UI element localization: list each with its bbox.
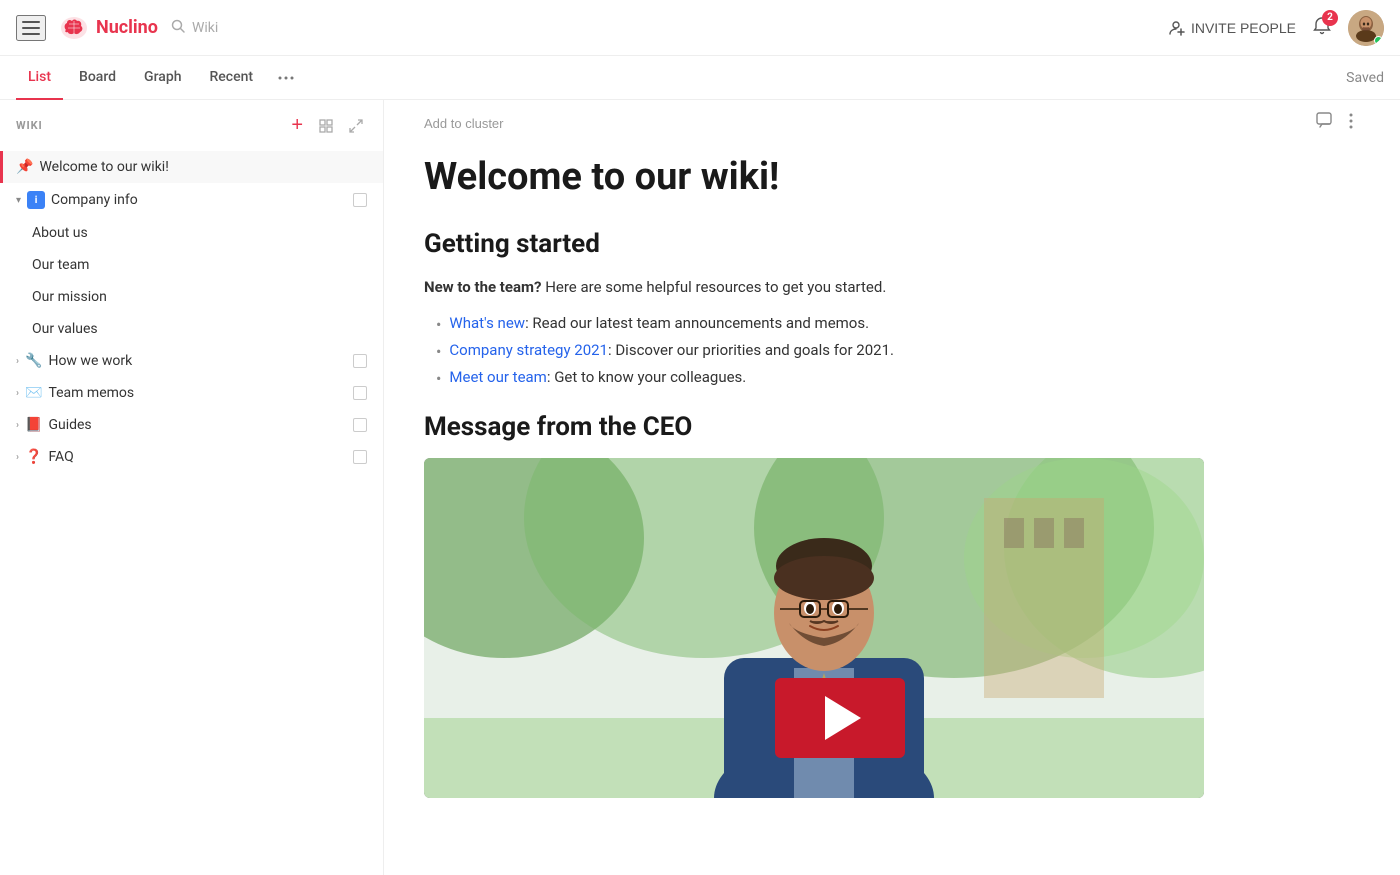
brain-icon — [58, 12, 90, 44]
sidebar-item-our-values[interactable]: Our values — [0, 313, 383, 345]
top-navigation: Nuclino Wiki INVITE PEOPLE 2 — [0, 0, 1400, 56]
meet-team-suffix: : Get to know your colleagues. — [547, 368, 746, 386]
sidebar-item-checkbox-memos[interactable] — [353, 386, 367, 400]
search-input-placeholder: Wiki — [192, 20, 218, 36]
tabs-bar: List Board Graph Recent Saved — [0, 56, 1400, 100]
intro-paragraph: New to the team? Here are some helpful r… — [424, 275, 1204, 299]
sidebar-wiki-label: WIKI — [16, 119, 279, 132]
company-strategy-link[interactable]: Company strategy 2021 — [449, 341, 608, 359]
sidebar-item-checkbox[interactable] — [353, 193, 367, 207]
whats-new-suffix: : Read our latest team announcements and… — [525, 314, 869, 332]
tab-recent[interactable]: Recent — [197, 56, 265, 100]
sidebar-item-company-info[interactable]: ▾ i Company info — [0, 183, 383, 217]
play-button[interactable] — [775, 678, 905, 758]
sidebar-collapse-button[interactable] — [345, 112, 367, 139]
sidebar-header: WIKI + — [0, 100, 383, 151]
list-item-content: Company strategy 2021: Discover our prio… — [449, 338, 894, 365]
intro-bold-text: New to the team? — [424, 278, 541, 296]
sidebar-items-list: 📌 Welcome to our wiki! ▾ i Company info … — [0, 151, 383, 875]
list-item: Meet our team: Get to know your colleagu… — [436, 365, 1204, 392]
sidebar-item-about-us[interactable]: About us — [0, 217, 383, 249]
company-info-badge: i — [27, 191, 45, 209]
sidebar-company-info-label: Company info — [51, 192, 347, 208]
saved-indicator: Saved — [1346, 70, 1384, 86]
resource-links-list: What's new: Read our latest team announc… — [436, 311, 1204, 393]
sidebar-our-team-label: Our team — [32, 257, 367, 273]
invite-people-button[interactable]: INVITE PEOPLE — [1169, 20, 1296, 36]
search-icon — [170, 18, 186, 38]
intro-text: Here are some helpful resources to get y… — [541, 278, 886, 296]
expand-arrow-icon: ▾ — [16, 195, 21, 206]
mail-badge-icon: ✉️ — [25, 385, 42, 401]
list-item-content: What's new: Read our latest team announc… — [449, 311, 869, 338]
content-action-buttons — [1316, 112, 1360, 135]
content-header: Add to cluster — [384, 100, 1400, 135]
sidebar-how-we-work-label: How we work — [48, 353, 347, 369]
ceo-message-heading: Message from the CEO — [424, 412, 1204, 442]
faq-badge-icon: ❓ — [25, 449, 42, 465]
sidebar-about-us-label: About us — [32, 225, 367, 241]
sidebar-item-guides[interactable]: › 📕 Guides — [0, 409, 383, 441]
tab-graph[interactable]: Graph — [132, 56, 193, 100]
sidebar-team-memos-label: Team memos — [48, 385, 347, 401]
logo-text: Nuclino — [96, 17, 158, 38]
comment-button[interactable] — [1316, 112, 1334, 135]
page-title: Welcome to our wiki! — [424, 155, 1204, 201]
sidebar-item-checkbox-faq[interactable] — [353, 450, 367, 464]
invite-people-label: INVITE PEOPLE — [1191, 20, 1296, 36]
sidebar-item-faq[interactable]: › ❓ FAQ — [0, 441, 383, 473]
sidebar-item-checkbox-how[interactable] — [353, 354, 367, 368]
getting-started-heading: Getting started — [424, 229, 1204, 259]
sidebar-item-welcome[interactable]: 📌 Welcome to our wiki! — [0, 151, 383, 183]
book-badge-icon: 📕 — [25, 417, 42, 433]
sidebar-item-checkbox-guides[interactable] — [353, 418, 367, 432]
sidebar-guides-label: Guides — [48, 417, 347, 433]
sidebar-welcome-label: Welcome to our wiki! — [39, 159, 367, 175]
sidebar-our-mission-label: Our mission — [32, 289, 367, 305]
notifications-button[interactable]: 2 — [1312, 16, 1332, 40]
meet-team-link[interactable]: Meet our team — [449, 368, 546, 386]
sidebar-item-team-memos[interactable]: › ✉️ Team memos — [0, 377, 383, 409]
list-item: What's new: Read our latest team announc… — [436, 311, 1204, 338]
sidebar-expand-button[interactable] — [315, 112, 337, 139]
sidebar: WIKI + 📌 Welcome to our wiki! ▾ — [0, 100, 384, 875]
menu-button[interactable] — [16, 15, 46, 41]
list-item: Company strategy 2021: Discover our prio… — [436, 338, 1204, 365]
play-triangle-icon — [825, 696, 861, 740]
logo[interactable]: Nuclino — [58, 12, 158, 44]
sidebar-faq-label: FAQ — [48, 449, 347, 465]
sidebar-actions: + — [287, 112, 367, 139]
add-to-cluster-button[interactable]: Add to cluster — [424, 116, 504, 131]
more-options-button[interactable] — [1342, 112, 1360, 135]
sidebar-add-button[interactable]: + — [287, 112, 307, 139]
tabs-more-button[interactable] — [269, 56, 303, 100]
active-indicator — [0, 151, 3, 183]
invite-person-icon — [1169, 20, 1185, 36]
tab-board[interactable]: Board — [67, 56, 128, 100]
content-area: Add to cluster Welcome to our wiki! Gett… — [384, 100, 1400, 875]
content-body: Welcome to our wiki! Getting started New… — [384, 135, 1244, 838]
expand-arrow-memos-icon: › — [16, 388, 19, 399]
tools-badge-icon: 🔧 — [25, 353, 42, 369]
main-layout: WIKI + 📌 Welcome to our wiki! ▾ — [0, 100, 1400, 875]
expand-arrow-faq-icon: › — [16, 452, 19, 463]
ceo-video[interactable] — [424, 458, 1204, 798]
sidebar-item-our-team[interactable]: Our team — [0, 249, 383, 281]
sidebar-item-how-we-work[interactable]: › 🔧 How we work — [0, 345, 383, 377]
nav-right: INVITE PEOPLE 2 — [1169, 10, 1384, 46]
sidebar-our-values-label: Our values — [32, 321, 367, 337]
avatar-online-indicator — [1374, 36, 1383, 45]
expand-arrow-how-icon: › — [16, 356, 19, 367]
pin-icon: 📌 — [16, 159, 33, 175]
sidebar-item-our-mission[interactable]: Our mission — [0, 281, 383, 313]
company-strategy-suffix: : Discover our priorities and goals for … — [608, 341, 894, 359]
expand-arrow-guides-icon: › — [16, 420, 19, 431]
whats-new-link[interactable]: What's new — [449, 314, 525, 332]
search-area[interactable]: Wiki — [170, 18, 470, 38]
list-item-content: Meet our team: Get to know your colleagu… — [449, 365, 746, 392]
play-button-overlay — [775, 678, 905, 758]
tab-list[interactable]: List — [16, 56, 63, 100]
notification-badge: 2 — [1322, 10, 1338, 26]
user-avatar[interactable] — [1348, 10, 1384, 46]
